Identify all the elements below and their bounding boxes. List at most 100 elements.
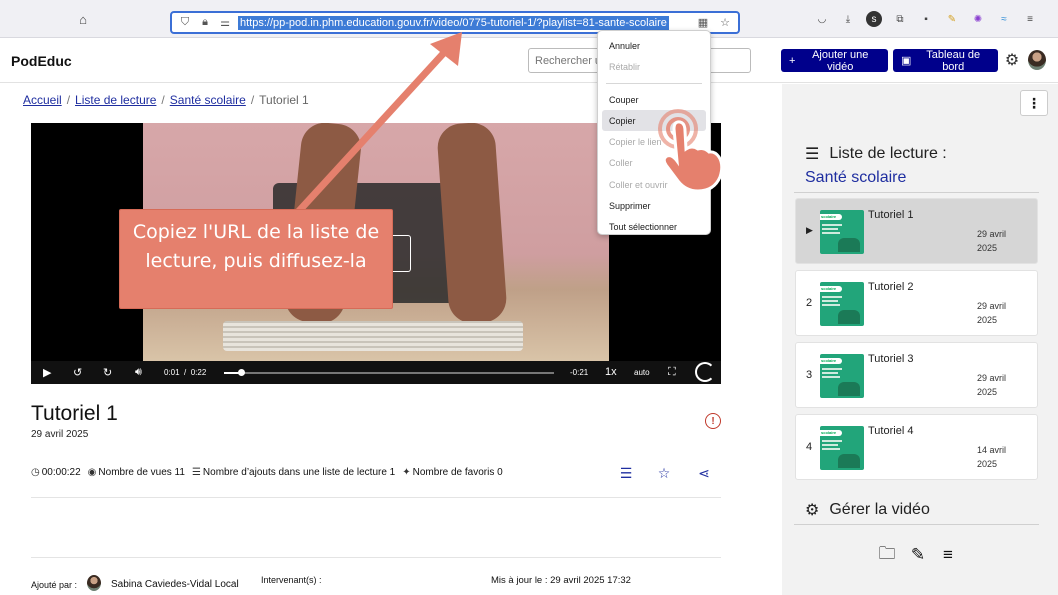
- quality-button[interactable]: auto: [634, 368, 650, 377]
- film-icon: ▣: [901, 55, 912, 67]
- menu-icon[interactable]: ≡: [1022, 11, 1038, 27]
- owner-name[interactable]: Sabina Caviedes-Vidal Local: [111, 579, 239, 590]
- pocket-icon[interactable]: ◡: [814, 11, 830, 27]
- site-logo[interactable]: PodEduc: [11, 53, 72, 69]
- url-text[interactable]: https://pp-pod.in.phm.education.gouv.fr/…: [238, 15, 669, 30]
- playlist-item-title[interactable]: Tutoriel 1: [868, 209, 913, 221]
- breadcrumb-current: Tutoriel 1: [259, 93, 309, 107]
- ctx-delete[interactable]: Supprimer: [598, 195, 710, 216]
- breadcrumb-separator: /: [66, 93, 71, 107]
- menu-list-icon[interactable]: ≡: [937, 544, 959, 566]
- gear-icon: ⚙: [805, 502, 820, 519]
- speed-button[interactable]: 1x: [605, 366, 617, 378]
- settings-gear-icon[interactable]: ⚙: [1003, 51, 1021, 69]
- dashboard-button[interactable]: ▣ Tableau de bord: [893, 48, 998, 73]
- purple-extension-icon[interactable]: ✺: [970, 11, 986, 27]
- playlist-item-title[interactable]: Tutoriel 4: [868, 425, 913, 437]
- ctx-redo[interactable]: Rétablir: [598, 56, 710, 77]
- progress-handle[interactable]: [237, 369, 245, 376]
- playlist-item[interactable]: 4 scolaire Tutoriel 4 14 avril 2025: [795, 414, 1038, 480]
- tutorial-callout: Copiez l'URL de la liste de lecture, pui…: [119, 209, 393, 309]
- browser-toolbar: ⌂ ⛉ 🔒︎ ⚌ https://pp-pod.in.phm.education…: [0, 0, 1058, 38]
- stat-duration: ◷ 00:00:22: [31, 467, 81, 478]
- dashboard-label: Tableau de bord: [926, 48, 981, 73]
- share-icon[interactable]: ⋖: [696, 465, 712, 481]
- add-video-button[interactable]: + Ajouter une vidéo: [781, 49, 888, 73]
- extension-s-icon[interactable]: s: [866, 11, 882, 27]
- edit-icon[interactable]: ✎: [907, 544, 929, 566]
- permissions-icon[interactable]: ⚌: [218, 16, 232, 30]
- player-controls: ▶ ↺ ↻ 🔊︎ 0:01 / 0:22 -0:21 1x auto ⛶: [31, 361, 721, 384]
- playlist-item-number: 2: [806, 297, 813, 309]
- ctx-undo[interactable]: Annuler: [598, 35, 710, 56]
- playlist-item-date: 14 avril 2025: [977, 445, 1007, 469]
- video-thumbnail[interactable]: scolaire: [820, 210, 864, 254]
- list-icon: ☰: [191, 467, 201, 478]
- report-icon[interactable]: !: [705, 413, 721, 429]
- playlist-item[interactable]: 2 scolaire Tutoriel 2 29 avril 2025: [795, 270, 1038, 336]
- folder-remove-icon[interactable]: 🗀︎: [876, 544, 898, 566]
- pointer-hand-icon: [658, 109, 724, 193]
- volume-icon[interactable]: 🔊︎: [135, 366, 142, 379]
- rewind-icon[interactable]: ↺: [73, 366, 82, 379]
- stat-playlist-adds: ☰ Nombre d’ajouts dans une liste de lectu…: [192, 467, 395, 478]
- list-icon: ☰: [805, 146, 820, 163]
- add-to-playlist-icon[interactable]: ☰: [618, 465, 634, 481]
- playlist-adds-value: Nombre d’ajouts dans une liste de lectur…: [202, 467, 396, 478]
- callout-bracket: [393, 235, 411, 272]
- qr-code-icon[interactable]: ▦: [696, 16, 710, 30]
- bookmark-star-icon[interactable]: ☆: [718, 16, 732, 30]
- ctx-select-all[interactable]: Tout sélectionner: [598, 216, 710, 237]
- divider: [794, 524, 1039, 525]
- playlist-item[interactable]: 3 scolaire Tutoriel 3 29 avril 2025: [795, 342, 1038, 408]
- breadcrumb-home[interactable]: Accueil: [23, 93, 62, 107]
- playlist-item-number: 4: [806, 441, 813, 453]
- home-icon[interactable]: ⌂: [73, 9, 93, 29]
- fullscreen-icon[interactable]: ⛶: [668, 366, 676, 379]
- playlist-item[interactable]: ▶ scolaire Tutoriel 1 29 avril 2025: [795, 198, 1038, 264]
- playlist-item-title[interactable]: Tutoriel 3: [868, 353, 913, 365]
- breadcrumb: Accueil / Liste de lecture / Santé scola…: [23, 93, 309, 107]
- favorites-value: Nombre de favoris 0: [412, 467, 503, 478]
- video-title: Tutoriel 1: [31, 402, 118, 425]
- favorite-star-icon[interactable]: ☆: [656, 465, 672, 481]
- playlist-item-date: 29 avril 2025: [977, 301, 1007, 325]
- playlist-name[interactable]: Santé scolaire: [805, 169, 906, 187]
- speakers-label: Intervenant(s) :: [261, 575, 322, 585]
- video-thumbnail[interactable]: scolaire: [820, 282, 864, 326]
- user-avatar[interactable]: [1028, 50, 1046, 70]
- lock-icon[interactable]: 🔒︎: [198, 16, 212, 30]
- ctx-separator: [606, 82, 702, 84]
- player-logo-icon: [695, 362, 715, 382]
- download-icon[interactable]: ⤓: [840, 11, 856, 27]
- play-icon[interactable]: ▶: [43, 366, 51, 379]
- duration-value: 00:00:22: [41, 467, 81, 478]
- breadcrumb-playlists[interactable]: Liste de lecture: [75, 93, 156, 107]
- video-date: 29 avril 2025: [31, 429, 89, 440]
- breadcrumb-playlist[interactable]: Santé scolaire: [170, 93, 246, 107]
- manage-video-label: Gérer la vidéo: [829, 501, 930, 518]
- playlist-heading-label: Liste de lecture :: [829, 145, 947, 162]
- playing-indicator: ▶: [806, 225, 813, 235]
- divider: [794, 192, 1039, 193]
- more-options-icon[interactable]: ⋮: [1020, 90, 1048, 116]
- broom-icon[interactable]: ✎: [944, 11, 960, 27]
- forward-icon[interactable]: ↻: [103, 366, 112, 379]
- progress-bar[interactable]: [224, 369, 554, 376]
- video-thumbnail[interactable]: scolaire: [820, 354, 864, 398]
- divider: [31, 497, 721, 498]
- shield-icon[interactable]: ⛉: [178, 16, 192, 30]
- divider: [31, 557, 721, 558]
- clock-icon: ◷: [31, 467, 40, 478]
- owner-avatar[interactable]: [87, 575, 101, 591]
- apps-icon[interactable]: ▪: [918, 11, 934, 27]
- playlist-item-title[interactable]: Tutoriel 2: [868, 281, 913, 293]
- puzzle-icon[interactable]: ⧉: [892, 11, 908, 27]
- video-thumbnail[interactable]: scolaire: [820, 426, 864, 470]
- plus-icon: +: [789, 54, 796, 67]
- eye-icon: ◉: [87, 467, 97, 478]
- translate-icon[interactable]: ≈: [996, 11, 1012, 27]
- updated-date: Mis à jour le : 29 avril 2025 17:32: [491, 575, 631, 586]
- breadcrumb-separator: /: [161, 93, 165, 107]
- playlist-heading: ☰ Liste de lecture :: [805, 144, 947, 164]
